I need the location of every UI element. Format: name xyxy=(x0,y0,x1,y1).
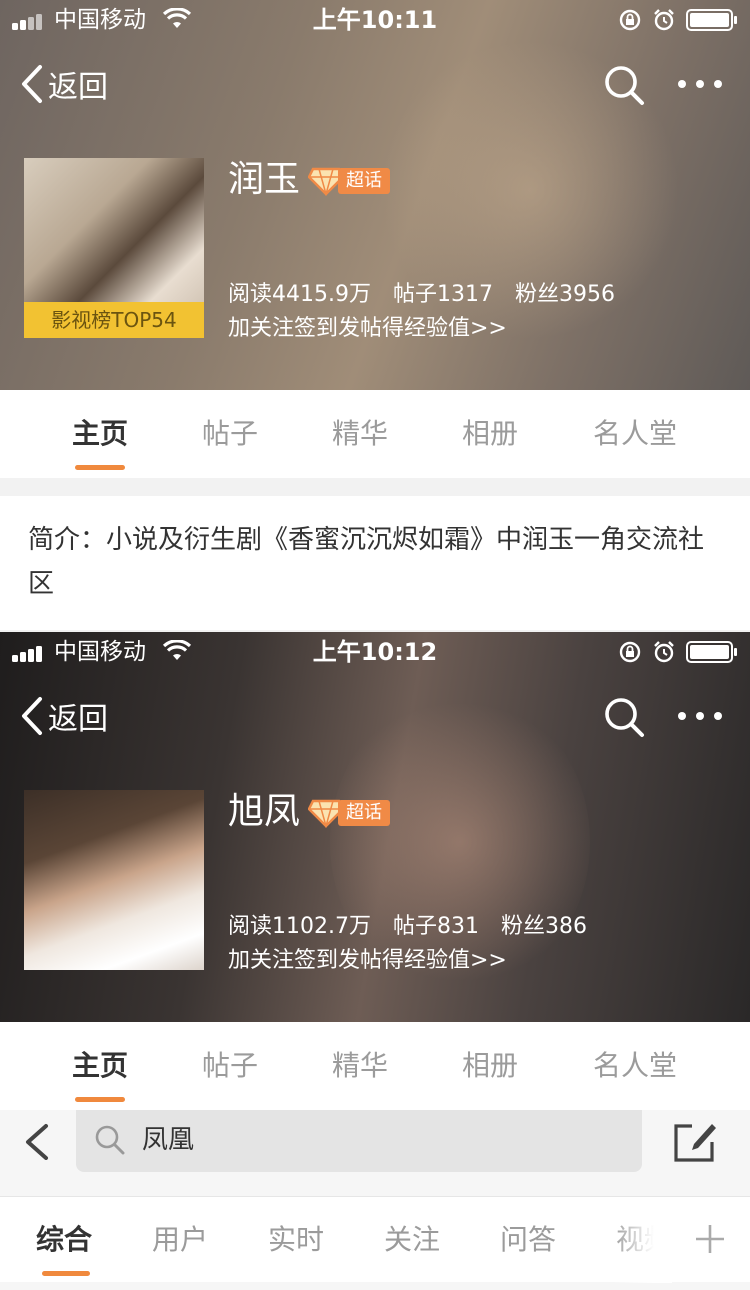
read-count: 阅读1102.7万 xyxy=(228,914,371,939)
chevron-left-icon xyxy=(22,697,42,735)
tab-album[interactable]: 相册 xyxy=(460,1022,520,1110)
search-query: 凤凰 xyxy=(142,1125,195,1155)
tab-following[interactable]: 关注 xyxy=(384,1197,440,1283)
tab-hall-of-fame[interactable]: 名人堂 xyxy=(590,1022,680,1110)
alarm-icon xyxy=(654,641,674,663)
screen-runyu: 中国移动 上午10:11 返回 影视榜TOP54 润玉 超话 阅读4415.9万… xyxy=(0,0,750,630)
search-input[interactable]: 凤凰 xyxy=(76,1110,642,1172)
search-tabs: 综合 用户 实时 关注 问答 视频 xyxy=(0,1196,750,1283)
fan-count: 粉丝3956 xyxy=(514,282,615,307)
battery-icon xyxy=(686,641,737,663)
screen-search: 凤凰 综合 用户 实时 关注 问答 视频 xyxy=(0,1110,750,1290)
status-bar: 中国移动 上午10:11 xyxy=(0,0,750,40)
search-icon[interactable] xyxy=(603,64,645,106)
tab-qa[interactable]: 问答 xyxy=(500,1197,556,1283)
topic-name: 旭凤 xyxy=(228,791,301,832)
alarm-icon xyxy=(654,9,674,31)
chaohua-badge: 超话 xyxy=(308,166,390,196)
search-icon xyxy=(95,1125,125,1155)
tab-featured[interactable]: 精华 xyxy=(330,1022,390,1110)
topic-tabs: 主页 帖子 精华 相册 名人堂 xyxy=(0,1022,750,1110)
tab-posts[interactable]: 帖子 xyxy=(200,390,260,478)
topic-stats: 阅读1102.7万 帖子831 粉丝386 xyxy=(228,912,609,942)
post-count: 帖子1317 xyxy=(392,282,493,307)
tab-hall-of-fame[interactable]: 名人堂 xyxy=(590,390,680,478)
active-tab-indicator xyxy=(75,1097,125,1102)
chevron-left-icon[interactable] xyxy=(22,1110,52,1160)
compose-icon[interactable] xyxy=(672,1118,718,1164)
status-bar: 中国移动 上午10:12 xyxy=(0,632,750,672)
topic-stats: 阅读4415.9万 帖子1317 粉丝3956 xyxy=(228,280,637,310)
rotation-lock-icon xyxy=(619,641,641,663)
chaohua-tag: 超话 xyxy=(338,800,390,826)
more-icon[interactable] xyxy=(678,712,722,722)
topic-name: 润玉 xyxy=(228,159,301,200)
back-label: 返回 xyxy=(48,702,108,737)
more-icon[interactable] xyxy=(678,80,722,90)
active-tab-indicator xyxy=(42,1271,90,1276)
tab-fade-overlay xyxy=(612,1197,672,1283)
active-tab-indicator xyxy=(75,465,125,470)
back-button[interactable]: 返回 xyxy=(20,62,108,106)
avatar[interactable] xyxy=(24,790,204,970)
screen-xufeng: 中国移动 上午10:12 返回 旭凤 超话 阅读1102.7万 帖子831 粉丝38… xyxy=(0,632,750,1110)
topic-tabs: 主页 帖子 精华 相册 名人堂 xyxy=(0,390,750,478)
back-label: 返回 xyxy=(48,70,108,105)
experience-link[interactable]: 加关注签到发帖得经验值>> xyxy=(228,314,507,344)
avatar-badge: 影视榜TOP54 xyxy=(24,302,204,338)
rotation-lock-icon xyxy=(619,9,641,31)
fan-count: 粉丝386 xyxy=(500,914,587,939)
tab-users[interactable]: 用户 xyxy=(152,1197,208,1283)
chaohua-tag: 超话 xyxy=(338,168,390,194)
tab-featured[interactable]: 精华 xyxy=(330,390,390,478)
post-count: 帖子831 xyxy=(392,914,479,939)
tab-realtime[interactable]: 实时 xyxy=(268,1197,324,1283)
read-count: 阅读4415.9万 xyxy=(228,282,371,307)
chaohua-badge: 超话 xyxy=(308,798,390,828)
battery-icon xyxy=(686,9,737,31)
tab-album[interactable]: 相册 xyxy=(460,390,520,478)
tab-posts[interactable]: 帖子 xyxy=(200,1022,260,1110)
avatar[interactable]: 影视榜TOP54 xyxy=(24,158,204,338)
experience-link[interactable]: 加关注签到发帖得经验值>> xyxy=(228,946,507,976)
back-button[interactable]: 返回 xyxy=(20,694,108,738)
chevron-left-icon xyxy=(22,65,42,103)
topic-intro: 简介：小说及衍生剧《香蜜沉沉烬如霜》中润玉一角交流社区 xyxy=(0,496,750,630)
plus-icon[interactable] xyxy=(692,1221,728,1257)
search-icon[interactable] xyxy=(603,696,645,738)
